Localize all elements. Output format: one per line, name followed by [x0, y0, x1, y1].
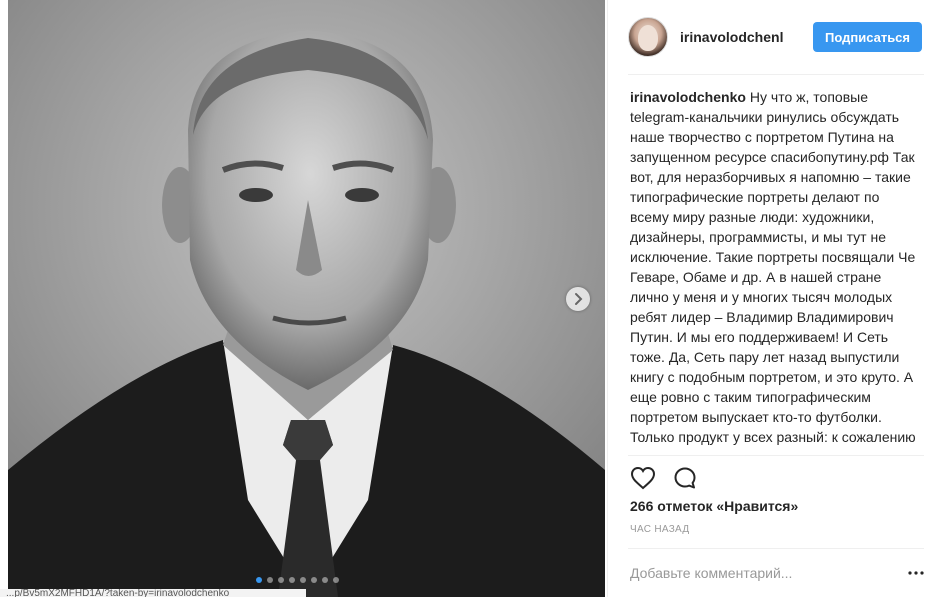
action-bar	[629, 464, 699, 492]
slide-dot	[267, 577, 273, 583]
divider	[628, 74, 924, 75]
slide-dot	[300, 577, 306, 583]
post-sidebar: irinavolodchenl Подписаться irinavolodch…	[607, 0, 934, 597]
post-time: ЧАС НАЗАД	[630, 524, 690, 535]
portrait-illustration	[8, 0, 605, 597]
status-url: ...p/Bv5mX2MFHD1A/?taken-by=irinavolodch…	[0, 589, 306, 597]
follow-button[interactable]: Подписаться	[813, 22, 923, 52]
comment-form	[630, 558, 924, 588]
heart-icon	[630, 466, 656, 490]
post-caption: irinavolodchenko Ну что ж, топовые telegr…	[630, 87, 920, 455]
slide-dot	[333, 577, 339, 583]
slide-dot	[322, 577, 328, 583]
post-header: irinavolodchenl Подписаться	[628, 12, 924, 62]
speech-bubble-icon	[674, 467, 696, 489]
divider	[628, 455, 924, 456]
more-options-button[interactable]	[908, 571, 924, 575]
like-button[interactable]	[629, 464, 657, 492]
slide-dot	[311, 577, 317, 583]
divider	[628, 548, 924, 549]
post-photo[interactable]	[8, 0, 605, 597]
header-username[interactable]: irinavolodchenl	[680, 29, 795, 45]
chevron-right-icon	[575, 293, 583, 305]
comment-button[interactable]	[671, 464, 699, 492]
comment-input[interactable]	[630, 565, 880, 581]
post-media: ...p/Bv5mX2MFHD1A/?taken-by=irinavolodch…	[0, 0, 607, 597]
slide-dot	[256, 577, 262, 583]
like-count[interactable]: 266 отметок «Нравится»	[630, 498, 798, 514]
avatar[interactable]	[628, 17, 668, 57]
caption-author[interactable]: irinavolodchenko	[630, 89, 746, 105]
more-dots-icon	[908, 571, 924, 575]
slide-dot	[289, 577, 295, 583]
slide-dot	[278, 577, 284, 583]
slide-indicator	[256, 577, 339, 583]
next-slide-button[interactable]	[566, 287, 590, 311]
caption-text: Ну что ж, топовые telegram-канальчики ри…	[630, 89, 916, 445]
